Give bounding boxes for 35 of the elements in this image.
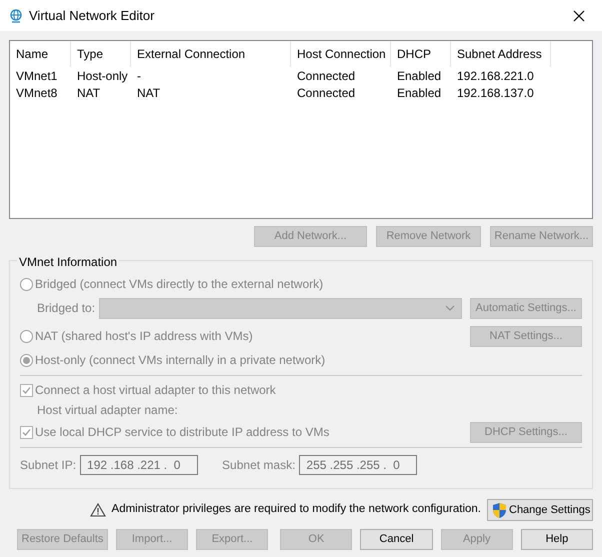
ip-address-field[interactable]: 255 .255 .255 . 0 (299, 455, 418, 475)
field-label: Subnet mask: (222, 457, 296, 474)
column-header[interactable]: Name (10, 41, 71, 67)
table-cell-text: Connected (296, 84, 356, 102)
table-cell-text: - (136, 68, 142, 84)
field-label: Subnet IP: (20, 457, 76, 474)
table-cell-text: Enabled (396, 68, 442, 84)
column-header[interactable]: External Connection (131, 41, 291, 67)
change-settings-button[interactable]: Change Settings (487, 499, 593, 521)
shield-icon (492, 502, 507, 518)
window-title: Virtual Network Editor (29, 6, 154, 25)
chevron-down-icon (445, 305, 456, 311)
bridged-to-dropdown[interactable] (99, 298, 462, 318)
table-cell-text: Host-only (76, 68, 129, 84)
button[interactable]: Help (520, 529, 593, 550)
table-cell-text: NAT (76, 84, 102, 102)
table-cell-text: 192.168.221.0 (456, 68, 535, 84)
table-cell-text: 192.168.137.0 (456, 84, 535, 102)
warning-icon (90, 503, 106, 517)
column-header[interactable]: Host Connection (291, 41, 391, 67)
globe-icon (9, 8, 23, 22)
table-cell-text: NAT (136, 84, 162, 102)
column-header[interactable]: Type (71, 41, 131, 67)
notice-text: Administrator privileges are required to modify the network configuration. (112, 502, 481, 518)
table-cell-text: VMnet8 (15, 84, 58, 102)
ip-address-field[interactable]: 192 .168 .221 . 0 (80, 455, 198, 475)
column-header[interactable]: Subnet Address (451, 41, 551, 67)
column-header[interactable]: DHCP (391, 41, 451, 67)
close-icon (573, 10, 585, 22)
table-cell-text: Enabled (396, 84, 442, 102)
button[interactable]: Cancel (360, 529, 433, 550)
table-cell-text: Connected (296, 68, 356, 84)
table-cell-text: VMnet1 (15, 68, 58, 84)
field-label: Bridged to: (37, 300, 96, 317)
field-label: Host virtual adapter name: (37, 402, 178, 419)
